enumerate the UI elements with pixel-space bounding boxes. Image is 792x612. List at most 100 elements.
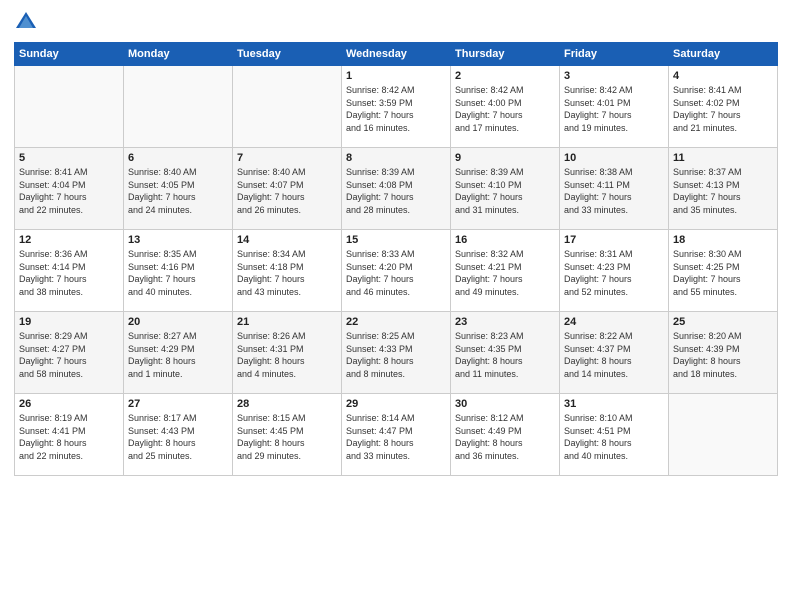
cell-content: Sunrise: 8:29 AM (19, 330, 119, 343)
cell-content: Sunset: 4:43 PM (128, 425, 228, 438)
cell-content: and 33 minutes. (346, 450, 446, 463)
calendar-cell (124, 66, 233, 148)
calendar-cell (15, 66, 124, 148)
cell-content: Sunrise: 8:27 AM (128, 330, 228, 343)
day-number: 6 (128, 152, 228, 164)
day-number: 12 (19, 234, 119, 246)
day-number: 11 (673, 152, 773, 164)
cell-content: Sunset: 4:23 PM (564, 261, 664, 274)
cell-content: Daylight: 8 hours (19, 437, 119, 450)
cell-content: Daylight: 8 hours (237, 355, 337, 368)
cell-content: and 18 minutes. (673, 368, 773, 381)
calendar-cell: 13Sunrise: 8:35 AMSunset: 4:16 PMDayligh… (124, 230, 233, 312)
cell-content: Sunrise: 8:42 AM (455, 84, 555, 97)
day-number: 4 (673, 70, 773, 82)
cell-content: and 17 minutes. (455, 122, 555, 135)
cell-content: and 25 minutes. (128, 450, 228, 463)
cell-content: and 58 minutes. (19, 368, 119, 381)
calendar-cell: 1Sunrise: 8:42 AMSunset: 3:59 PMDaylight… (342, 66, 451, 148)
cell-content: Sunset: 4:08 PM (346, 179, 446, 192)
cell-content: Sunset: 4:31 PM (237, 343, 337, 356)
header-day-wednesday: Wednesday (342, 43, 451, 66)
cell-content: Sunset: 4:05 PM (128, 179, 228, 192)
cell-content: and 21 minutes. (673, 122, 773, 135)
cell-content: Sunset: 4:11 PM (564, 179, 664, 192)
day-number: 10 (564, 152, 664, 164)
cell-content: Sunrise: 8:41 AM (673, 84, 773, 97)
cell-content: Sunset: 4:29 PM (128, 343, 228, 356)
cell-content: Sunrise: 8:41 AM (19, 166, 119, 179)
cell-content: and 36 minutes. (455, 450, 555, 463)
cell-content: Sunrise: 8:19 AM (19, 412, 119, 425)
cell-content: Sunrise: 8:35 AM (128, 248, 228, 261)
cell-content: Daylight: 8 hours (128, 437, 228, 450)
calendar-cell: 16Sunrise: 8:32 AMSunset: 4:21 PMDayligh… (451, 230, 560, 312)
logo (14, 10, 40, 34)
cell-content: Sunset: 4:25 PM (673, 261, 773, 274)
cell-content: Sunrise: 8:25 AM (346, 330, 446, 343)
cell-content: Sunset: 4:37 PM (564, 343, 664, 356)
calendar-cell: 29Sunrise: 8:14 AMSunset: 4:47 PMDayligh… (342, 394, 451, 476)
calendar-cell: 18Sunrise: 8:30 AMSunset: 4:25 PMDayligh… (669, 230, 778, 312)
calendar-cell: 15Sunrise: 8:33 AMSunset: 4:20 PMDayligh… (342, 230, 451, 312)
day-number: 5 (19, 152, 119, 164)
cell-content: Sunset: 4:00 PM (455, 97, 555, 110)
day-number: 22 (346, 316, 446, 328)
calendar-cell: 10Sunrise: 8:38 AMSunset: 4:11 PMDayligh… (560, 148, 669, 230)
cell-content: and 14 minutes. (564, 368, 664, 381)
cell-content: Daylight: 8 hours (455, 355, 555, 368)
day-number: 31 (564, 398, 664, 410)
cell-content: Sunrise: 8:40 AM (128, 166, 228, 179)
cell-content: and 40 minutes. (564, 450, 664, 463)
cell-content: Daylight: 7 hours (564, 191, 664, 204)
cell-content: Daylight: 7 hours (128, 273, 228, 286)
cell-content: and 43 minutes. (237, 286, 337, 299)
cell-content: Sunrise: 8:34 AM (237, 248, 337, 261)
cell-content: Sunset: 4:33 PM (346, 343, 446, 356)
cell-content: and 22 minutes. (19, 204, 119, 217)
day-number: 1 (346, 70, 446, 82)
cell-content: Sunset: 4:21 PM (455, 261, 555, 274)
cell-content: Sunrise: 8:40 AM (237, 166, 337, 179)
calendar-cell: 30Sunrise: 8:12 AMSunset: 4:49 PMDayligh… (451, 394, 560, 476)
cell-content: and 4 minutes. (237, 368, 337, 381)
day-number: 20 (128, 316, 228, 328)
cell-content: Daylight: 7 hours (19, 355, 119, 368)
day-number: 13 (128, 234, 228, 246)
header-day-friday: Friday (560, 43, 669, 66)
day-number: 29 (346, 398, 446, 410)
calendar-cell: 11Sunrise: 8:37 AMSunset: 4:13 PMDayligh… (669, 148, 778, 230)
calendar-cell: 19Sunrise: 8:29 AMSunset: 4:27 PMDayligh… (15, 312, 124, 394)
calendar-cell: 4Sunrise: 8:41 AMSunset: 4:02 PMDaylight… (669, 66, 778, 148)
cell-content: and 19 minutes. (564, 122, 664, 135)
day-number: 26 (19, 398, 119, 410)
calendar-week-4: 19Sunrise: 8:29 AMSunset: 4:27 PMDayligh… (15, 312, 778, 394)
day-number: 27 (128, 398, 228, 410)
calendar-cell: 9Sunrise: 8:39 AMSunset: 4:10 PMDaylight… (451, 148, 560, 230)
cell-content: and 49 minutes. (455, 286, 555, 299)
cell-content: Sunrise: 8:14 AM (346, 412, 446, 425)
cell-content: and 33 minutes. (564, 204, 664, 217)
header-day-thursday: Thursday (451, 43, 560, 66)
calendar-cell: 17Sunrise: 8:31 AMSunset: 4:23 PMDayligh… (560, 230, 669, 312)
cell-content: Daylight: 8 hours (564, 437, 664, 450)
cell-content: Sunrise: 8:39 AM (455, 166, 555, 179)
cell-content: Sunset: 4:18 PM (237, 261, 337, 274)
day-number: 28 (237, 398, 337, 410)
cell-content: Daylight: 7 hours (455, 273, 555, 286)
day-number: 17 (564, 234, 664, 246)
cell-content: Sunrise: 8:31 AM (564, 248, 664, 261)
day-number: 9 (455, 152, 555, 164)
cell-content: Sunset: 4:49 PM (455, 425, 555, 438)
cell-content: and 46 minutes. (346, 286, 446, 299)
cell-content: and 26 minutes. (237, 204, 337, 217)
cell-content: Sunrise: 8:33 AM (346, 248, 446, 261)
day-number: 14 (237, 234, 337, 246)
day-number: 19 (19, 316, 119, 328)
cell-content: Sunset: 4:02 PM (673, 97, 773, 110)
cell-content: Sunset: 4:51 PM (564, 425, 664, 438)
cell-content: Daylight: 7 hours (455, 109, 555, 122)
cell-content: Sunrise: 8:17 AM (128, 412, 228, 425)
cell-content: and 35 minutes. (673, 204, 773, 217)
cell-content: Sunrise: 8:22 AM (564, 330, 664, 343)
